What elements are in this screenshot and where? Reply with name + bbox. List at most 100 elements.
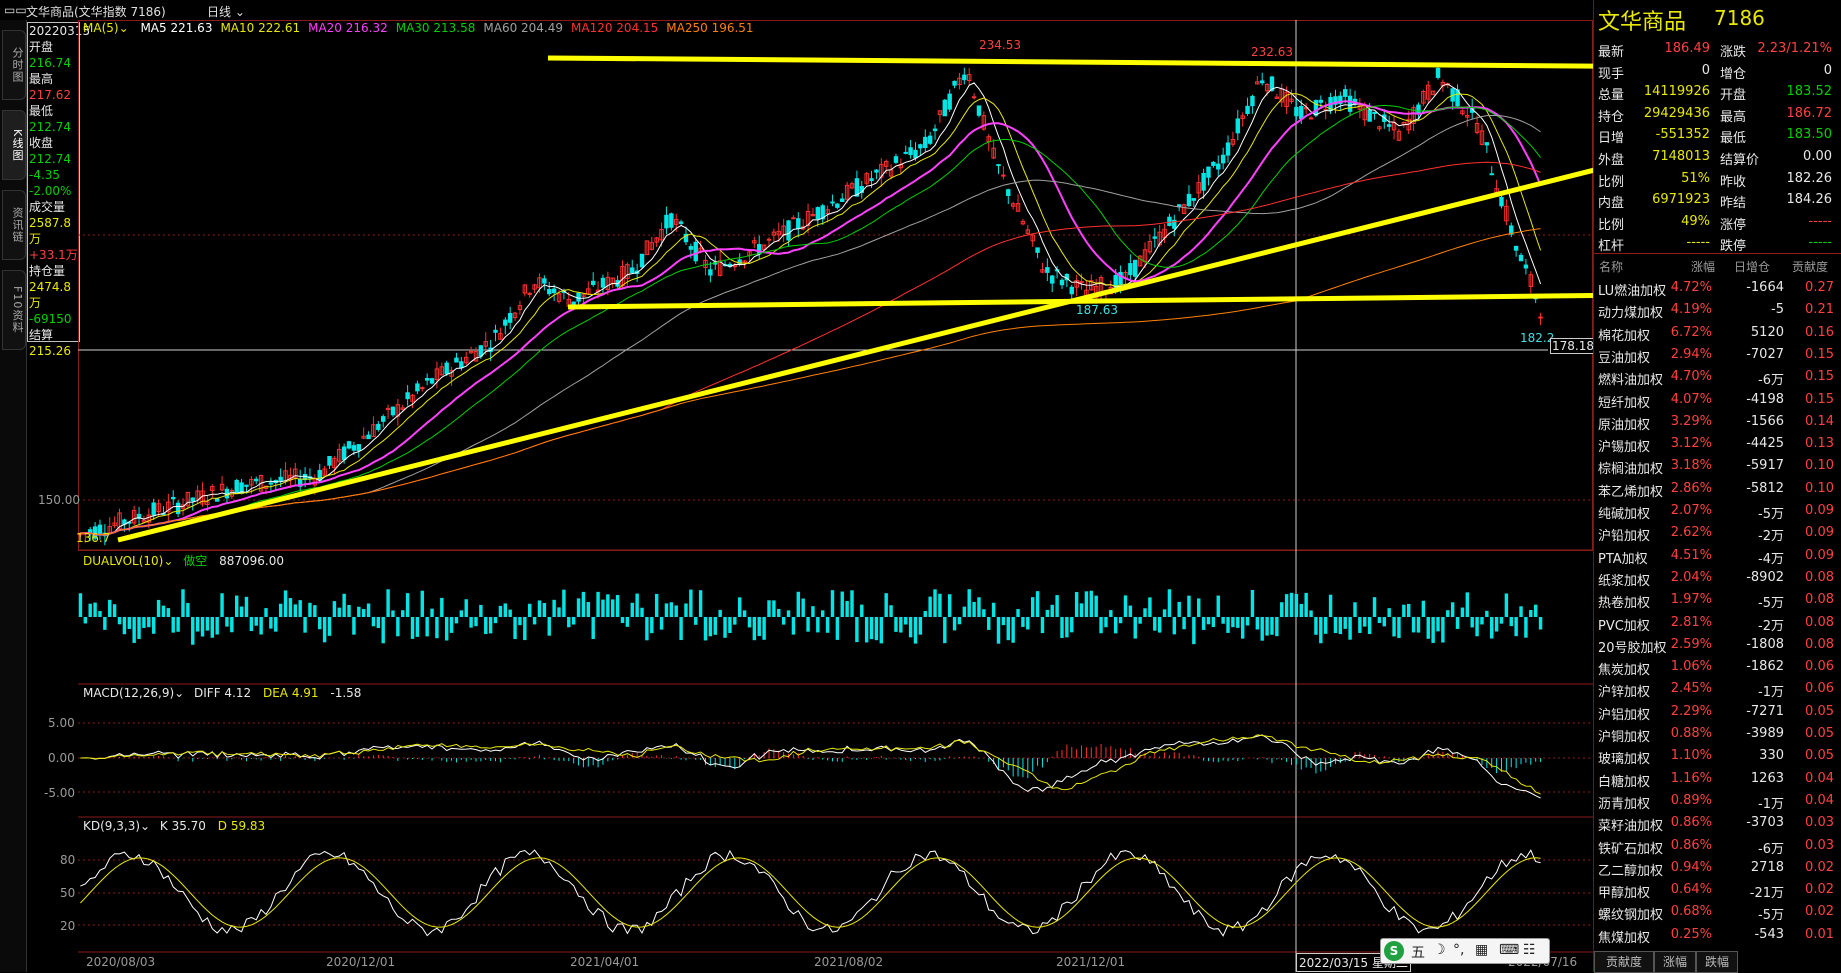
volume-bar xyxy=(947,594,952,617)
quote-label[interactable]: 结算价 xyxy=(1720,149,1759,168)
volume-bar xyxy=(191,617,195,645)
contrib-value: 0.05 xyxy=(1805,726,1834,741)
period-label: 日线 xyxy=(207,5,232,19)
contrib-change: 0.25% xyxy=(1670,926,1712,942)
contrib-oi: -6万 xyxy=(1758,841,1784,857)
ma-legend-name[interactable]: MA(5) xyxy=(83,21,119,35)
period-selector[interactable]: 日线 ⌄ xyxy=(207,3,245,20)
volume-bar xyxy=(327,617,332,636)
candle-body xyxy=(688,246,694,250)
contrib-header-name[interactable]: 名称 xyxy=(1599,258,1623,275)
volume-bar xyxy=(733,617,737,625)
contrib-row[interactable]: 纸浆加权 2.04% -8902 0.08 xyxy=(1596,567,1840,589)
volume-bar xyxy=(1245,617,1250,626)
tab-f10[interactable]: F10资料 xyxy=(2,270,26,350)
ime-toolbar[interactable]: S 五 ☽ °, ▦ ⌨ ☷ xyxy=(1380,938,1550,964)
contrib-name: 纸浆加权 xyxy=(1598,573,1651,589)
contrib-header-change[interactable]: 涨幅 xyxy=(1691,258,1715,275)
macd-dea-line xyxy=(80,734,1541,795)
contrib-row[interactable]: 螺纹钢加权 0.68% -5万 0.02 xyxy=(1596,901,1840,923)
quote-value: 29429436 xyxy=(1643,105,1710,121)
dualvol-name[interactable]: DUALVOL(10) xyxy=(83,554,163,568)
contrib-row[interactable]: 沪铅加权 2.62% -2万 0.09 xyxy=(1596,522,1840,544)
contrib-row[interactable]: 乙二醇加权 0.94% 2718 0.02 xyxy=(1596,857,1840,879)
quote-label: 昨结 xyxy=(1720,196,1747,212)
candle-body xyxy=(908,147,913,156)
volume-bar xyxy=(366,603,371,617)
contrib-row[interactable]: 燃料油加权 4.70% -6万 0.15 xyxy=(1596,366,1840,388)
volume-bar xyxy=(889,605,893,617)
punctuation-icon[interactable]: °, xyxy=(1453,942,1464,958)
menu-icon[interactable]: ▭▭ xyxy=(4,3,27,17)
grid-icon[interactable]: ▦ xyxy=(1475,942,1488,958)
candle-body xyxy=(600,277,606,288)
volume-bar xyxy=(230,617,234,633)
tab-losers[interactable]: 跌幅 xyxy=(1696,951,1738,973)
tab-news[interactable]: 资讯链 xyxy=(2,190,26,260)
contrib-row[interactable]: PTA加权 4.51% -4万 0.09 xyxy=(1596,545,1840,567)
candle-body xyxy=(947,93,952,110)
tab-timeshare[interactable]: 分时图 xyxy=(2,30,26,100)
contrib-row[interactable]: 沪锡加权 3.12% -4425 0.13 xyxy=(1596,433,1840,455)
contrib-row[interactable]: 铁矿石加权 0.86% -6万 0.03 xyxy=(1596,835,1840,857)
contrib-row[interactable]: 原油加权 3.29% -1566 0.14 xyxy=(1596,411,1840,433)
contrib-row[interactable]: 沪铜加权 0.88% -3989 0.05 xyxy=(1596,723,1840,745)
volume-bar xyxy=(108,599,112,617)
contrib-header-oi[interactable]: 日增仓 xyxy=(1734,258,1770,275)
volume-bar xyxy=(1421,600,1426,617)
macd-name[interactable]: MACD(12,26,9) xyxy=(83,686,174,700)
contrib-row[interactable]: 动力煤加权 4.19% -5 0.21 xyxy=(1596,299,1840,321)
ime-mode-icon[interactable]: 五 xyxy=(1411,942,1425,962)
contrib-change: 4.51% xyxy=(1670,547,1712,563)
trendline-annotations xyxy=(117,55,1593,543)
contrib-row[interactable]: 纯碱加权 2.07% -5万 0.09 xyxy=(1596,500,1840,522)
contrib-row[interactable]: 玻璃加权 1.10% 330 0.05 xyxy=(1596,745,1840,767)
contrib-row[interactable]: 短纤加权 4.07% -4198 0.15 xyxy=(1596,389,1840,411)
contrib-row[interactable]: 菜籽油加权 0.86% -3703 0.03 xyxy=(1596,812,1840,834)
volume-bar xyxy=(1128,605,1133,617)
contrib-row[interactable]: 棕榈油加权 3.18% -5917 0.10 xyxy=(1596,455,1840,477)
contrib-row[interactable]: 沪铝加权 2.29% -7271 0.05 xyxy=(1596,701,1840,723)
contrib-row[interactable]: 白糖加权 1.16% 1263 0.04 xyxy=(1596,768,1840,790)
volume-bar xyxy=(728,617,732,634)
volume-bar xyxy=(562,589,566,617)
y-tick-label: 150.00 xyxy=(38,493,80,507)
keyboard-icon[interactable]: ⌨ xyxy=(1499,942,1519,958)
kline-chart-area[interactable]: MA(5)⌄ MA5 221.63 MA10 222.61 MA20 216.32 M… xyxy=(38,20,1596,972)
volume-bar xyxy=(1490,617,1494,639)
contrib-change: 3.18% xyxy=(1670,458,1712,474)
contrib-row[interactable]: 沪锌加权 2.45% -1万 0.06 xyxy=(1596,678,1840,700)
contrib-change: 3.29% xyxy=(1670,413,1712,429)
menu-grid-icon[interactable]: ☷ xyxy=(1523,942,1536,958)
contrib-row[interactable]: LU燃油加权 4.72% -1664 0.27 xyxy=(1596,277,1840,299)
contrib-row[interactable]: 棉花加权 6.72% 5120 0.16 xyxy=(1596,322,1840,344)
contrib-change: 4.72% xyxy=(1670,280,1712,295)
candle-body xyxy=(1367,109,1372,122)
contrib-header-contrib[interactable]: 贡献度 xyxy=(1792,258,1828,275)
tab-kline[interactable]: K线图 xyxy=(2,110,26,180)
contrib-row[interactable]: 苯乙烯加权 2.86% -5812 0.10 xyxy=(1596,478,1840,500)
info-close: 212.74 xyxy=(29,152,71,166)
tab-contribution[interactable]: 贡献度 xyxy=(1594,951,1654,973)
contrib-change: 2.81% xyxy=(1670,614,1712,630)
tab-gainers[interactable]: 涨幅 xyxy=(1654,951,1696,973)
contrib-row[interactable]: 甲醇加权 0.64% -21万 0.02 xyxy=(1596,879,1840,901)
contrib-row[interactable]: 沥青加权 0.89% -1万 0.04 xyxy=(1596,790,1840,812)
volume-bar xyxy=(1382,617,1387,627)
moon-icon[interactable]: ☽ xyxy=(1433,942,1446,958)
quote-row: 总量 14119926 开盘 183.52 xyxy=(1596,81,1840,103)
kd-name[interactable]: KD(9,3,3) xyxy=(83,819,140,833)
contrib-row[interactable]: PVC加权 2.81% -2万 0.08 xyxy=(1596,612,1840,634)
volume-bar xyxy=(386,589,390,617)
contrib-row[interactable]: 20号胶加权 2.59% -1808 0.08 xyxy=(1596,634,1840,656)
volume-bar xyxy=(635,593,639,617)
volume-bar xyxy=(1470,617,1474,628)
contrib-row[interactable]: 焦炭加权 1.06% -1862 0.06 xyxy=(1596,656,1840,678)
volume-bar xyxy=(1377,617,1382,624)
contrib-row[interactable]: 豆油加权 2.94% -7027 0.15 xyxy=(1596,344,1840,366)
contrib-row[interactable]: 焦煤加权 0.25% -543 0.01 xyxy=(1596,924,1840,946)
candle-body xyxy=(1299,105,1304,120)
contrib-row[interactable]: 热卷加权 1.97% -5万 0.08 xyxy=(1596,589,1840,611)
sogou-logo-icon[interactable]: S xyxy=(1384,941,1404,961)
resistance-arrow xyxy=(547,55,1593,69)
